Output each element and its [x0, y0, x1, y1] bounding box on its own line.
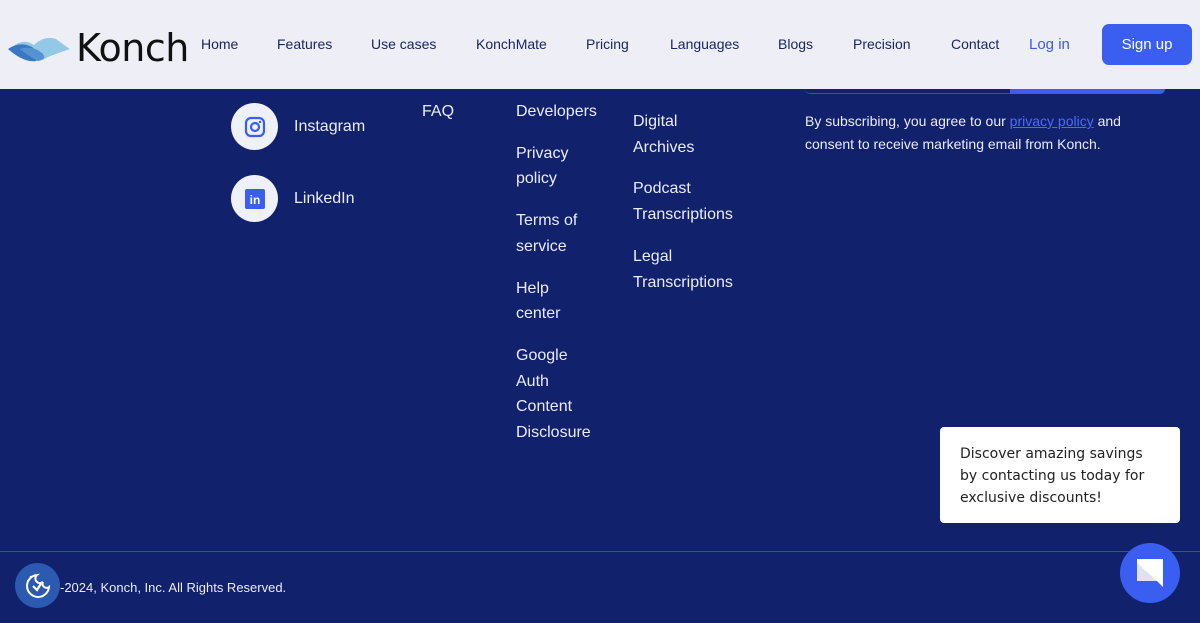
nav-use-cases[interactable]: Use cases [371, 36, 436, 52]
footer-link-faq[interactable]: FAQ [422, 99, 492, 125]
site-header: Konch Home Features Use cases KonchMate … [0, 0, 1200, 89]
footer-link-privacy[interactable]: Privacy policy [516, 141, 586, 192]
footer-link-help[interactable]: Help center [516, 276, 576, 327]
nav-precision[interactable]: Precision [853, 36, 911, 52]
nav-home[interactable]: Home [201, 36, 238, 52]
nav-features[interactable]: Features [277, 36, 332, 52]
nav-contact[interactable]: Contact [951, 36, 999, 52]
footer-link-terms[interactable]: Terms of service [516, 208, 596, 259]
footer-link-legal[interactable]: Legal Transcriptions [633, 244, 753, 295]
instagram-icon [244, 116, 265, 137]
subscribe-consent: By subscribing, you agree to our privacy… [805, 113, 1121, 152]
discount-popup[interactable]: Discover amazing savings by contacting u… [940, 427, 1180, 523]
subscribe-button-edge[interactable] [1010, 89, 1165, 94]
nav-blogs[interactable]: Blogs [778, 36, 813, 52]
brand-name: Konch [76, 26, 189, 70]
social-linkedin[interactable]: in LinkedIn [231, 175, 355, 222]
footer-link-google-auth[interactable]: Google Auth Content Disclosure [516, 343, 596, 446]
nav-konchmate[interactable]: KonchMate [476, 36, 547, 52]
footer-link-podcast[interactable]: Podcast Transcriptions [633, 176, 753, 227]
cookie-check-icon [25, 573, 50, 598]
nav-pricing[interactable]: Pricing [586, 36, 629, 52]
nav-languages[interactable]: Languages [670, 36, 739, 52]
cookie-settings-button[interactable] [15, 563, 60, 608]
footer-link-developers[interactable]: Developers [516, 99, 616, 125]
footer-column-2: Developers Privacy policy Terms of servi… [516, 99, 616, 462]
footer-link-digital-archives[interactable]: Digital Archives [633, 109, 713, 160]
footer-column-3: Digital Archives Podcast Transcriptions … [633, 109, 753, 311]
instagram-label: Instagram [294, 117, 366, 135]
social-instagram[interactable]: Instagram [231, 103, 365, 150]
linkedin-label: LinkedIn [294, 189, 355, 207]
chat-button[interactable] [1120, 543, 1180, 603]
privacy-policy-link[interactable]: privacy policy [1010, 113, 1094, 129]
svg-text:in: in [249, 193, 260, 207]
linkedin-icon: in [244, 188, 265, 209]
footer-column-1: FAQ [422, 99, 492, 141]
login-link[interactable]: Log in [1029, 36, 1070, 53]
signup-button[interactable]: Sign up [1102, 24, 1192, 65]
footer-divider [0, 551, 1200, 552]
wave-logo-icon [8, 37, 70, 62]
chat-bubble-icon [1137, 559, 1163, 587]
logo[interactable]: Konch [8, 26, 189, 70]
copyright: -2024, Konch, Inc. All Rights Reserved. [60, 580, 287, 595]
